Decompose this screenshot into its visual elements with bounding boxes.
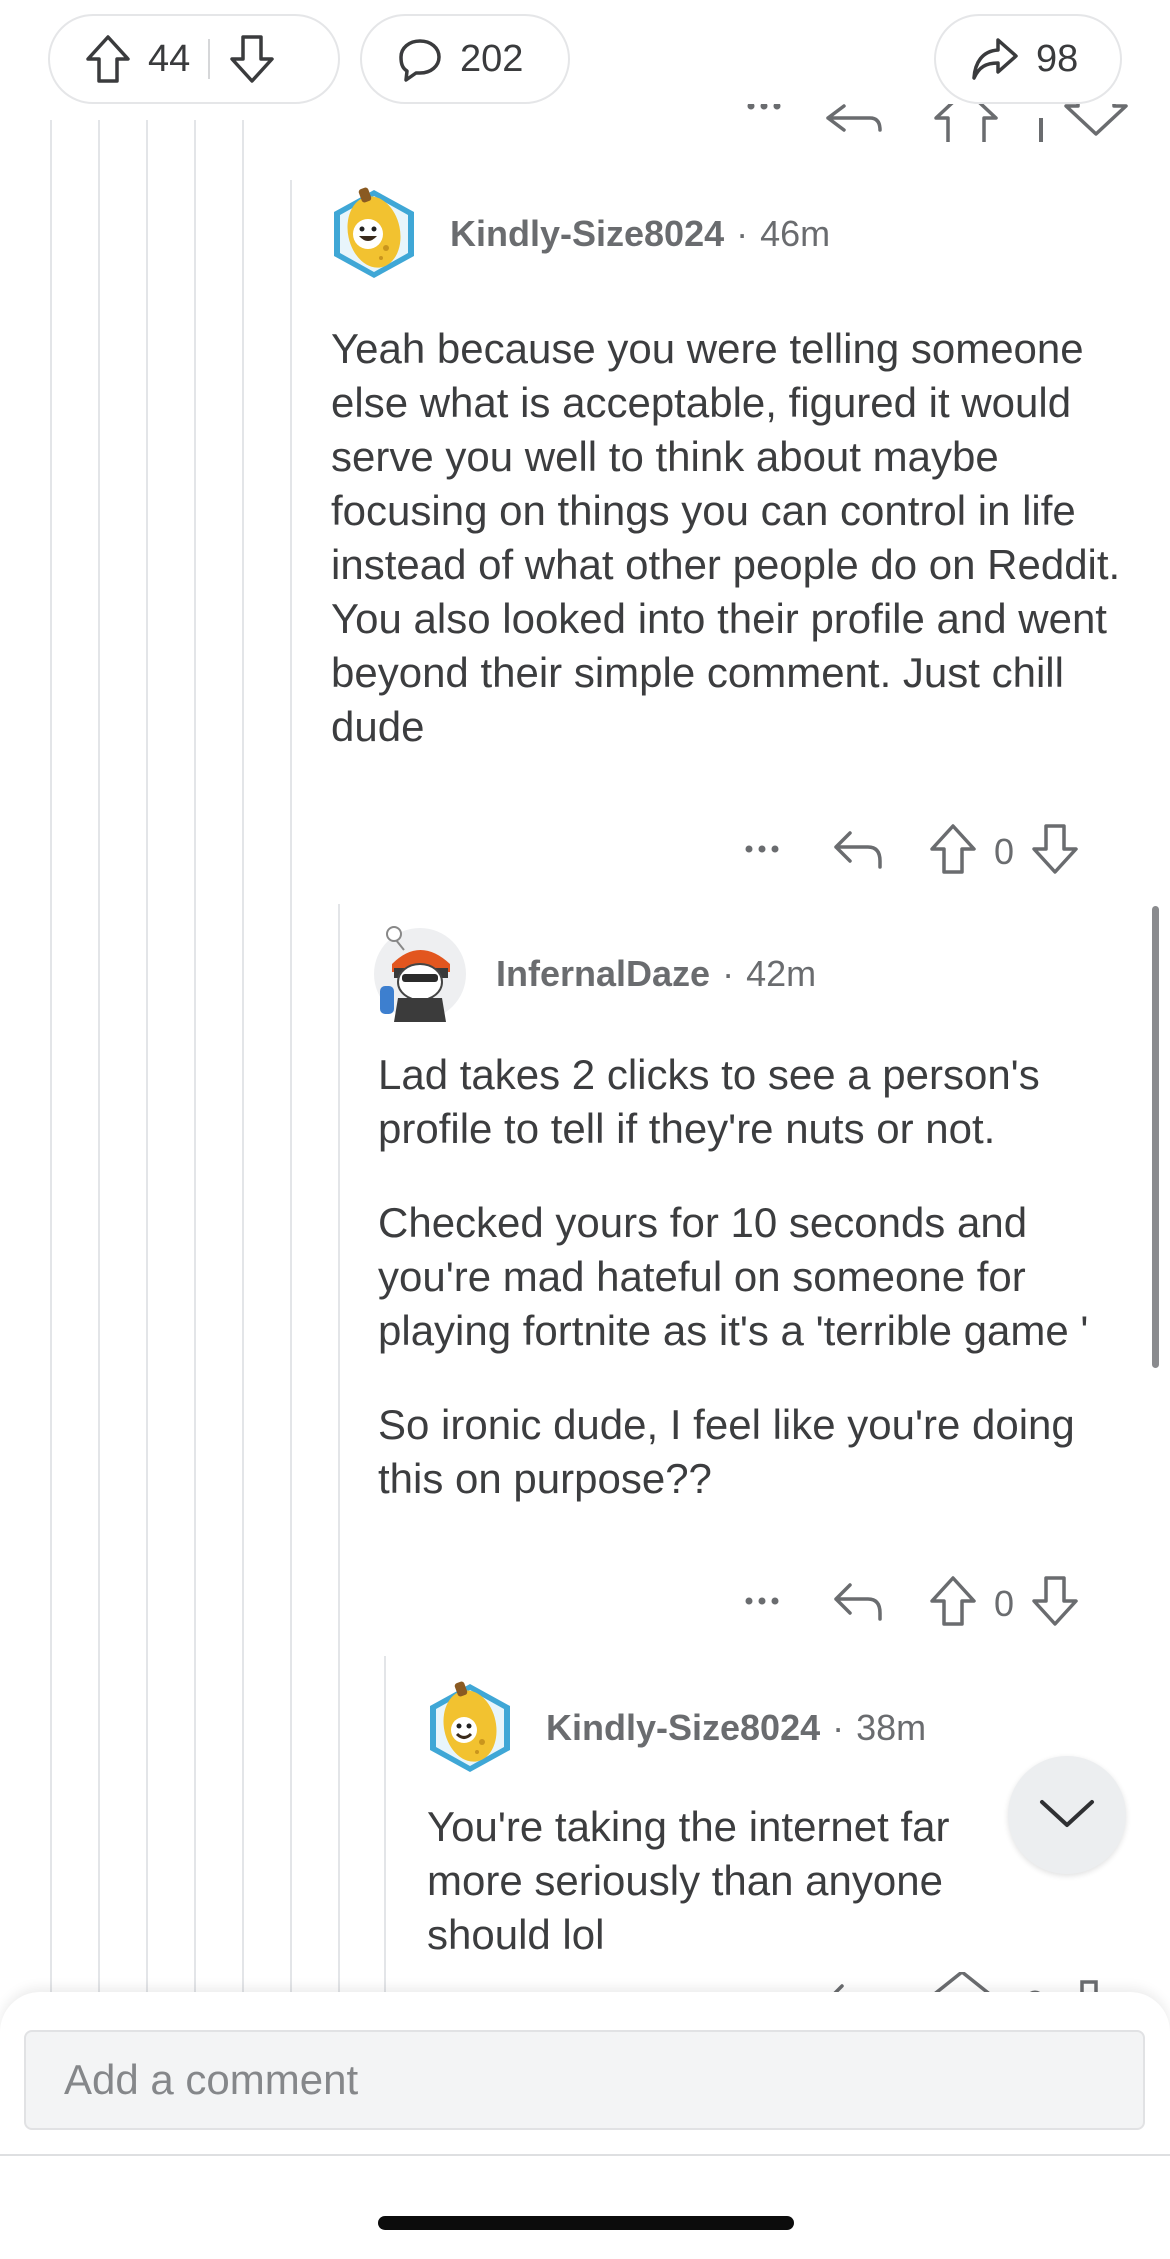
- more-options-icon[interactable]: [738, 823, 786, 880]
- meta-separator: ·: [832, 1707, 845, 1748]
- vote-divider: [208, 39, 211, 79]
- meta-separator: ·: [722, 953, 735, 994]
- downvote-icon[interactable]: [1030, 1574, 1080, 1633]
- comment-time: 46m: [760, 213, 831, 254]
- comment-input[interactable]: Add a comment: [24, 2030, 1145, 2130]
- divider: [0, 2154, 1170, 2156]
- downvote-icon[interactable]: [1030, 822, 1080, 881]
- comment-paragraph: So ironic dude, I feel like you're doing…: [378, 1401, 1075, 1502]
- share-count: 98: [1036, 37, 1079, 80]
- comment-header: Kindly-Size8024 · 46m: [326, 186, 830, 282]
- username[interactable]: Kindly-Size8024: [450, 213, 724, 255]
- meta-separator: ·: [736, 213, 749, 254]
- comment-paragraph: Lad takes 2 clicks to see a person's pro…: [378, 1051, 1040, 1152]
- comment-time: 42m: [746, 953, 817, 994]
- comment-body: You're taking the internet far more seri…: [427, 1800, 1037, 1982]
- upvote-icon[interactable]: [928, 822, 978, 881]
- comment-actions: 0: [738, 1574, 1080, 1633]
- comments-button[interactable]: 202: [360, 14, 570, 104]
- thread-line-3: [146, 120, 148, 2000]
- comment-paragraph: Yeah because you were telling someone el…: [331, 325, 1121, 750]
- comment-body: Yeah because you were telling someone el…: [331, 322, 1131, 774]
- comment-composer: Add a comment: [0, 1992, 1170, 2259]
- clipped-comment-actions: [820, 1972, 1140, 1992]
- comment-count: 202: [460, 37, 524, 80]
- avatar[interactable]: [326, 186, 422, 282]
- downvote-icon[interactable]: [228, 33, 276, 85]
- vote-count: 0: [993, 1582, 1015, 1624]
- thread-line-2: [98, 120, 100, 2000]
- thread-line-4: [194, 120, 196, 2000]
- comment-bubble-icon: [396, 35, 444, 83]
- more-options-icon[interactable]: [738, 1575, 786, 1632]
- thread-line-6: [290, 180, 292, 2000]
- upvote-icon[interactable]: [928, 1574, 978, 1633]
- reply-icon[interactable]: [830, 1575, 886, 1632]
- share-button[interactable]: 98: [934, 14, 1122, 104]
- thread-line-8: [384, 1656, 386, 2000]
- vote-count: 0: [993, 830, 1015, 872]
- comment-header: InfernalDaze · 42m: [372, 926, 816, 1022]
- upvote-icon[interactable]: [84, 33, 132, 85]
- thread-line-7: [338, 904, 340, 2000]
- home-indicator[interactable]: [378, 2216, 794, 2230]
- comment-time: 38m: [856, 1707, 927, 1748]
- comment-paragraph: You're taking the internet far more seri…: [427, 1803, 950, 1958]
- comment-header: Kindly-Size8024 · 38m: [422, 1680, 926, 1776]
- thread-line-5: [242, 120, 244, 2000]
- username[interactable]: InfernalDaze: [496, 953, 710, 995]
- chevron-down-icon: [1038, 1796, 1096, 1835]
- comment-actions: 0: [738, 822, 1080, 881]
- avatar[interactable]: [422, 1680, 518, 1776]
- comment-paragraph: Checked yours for 10 seconds and you're …: [378, 1199, 1089, 1354]
- reply-icon[interactable]: [830, 823, 886, 880]
- upvote-count: 44: [148, 37, 191, 80]
- thread-line-1: [50, 120, 52, 2000]
- scrollbar-thumb[interactable]: [1152, 906, 1159, 1368]
- clipped-comment-actions: [740, 104, 1140, 144]
- vote-pill: 44: [48, 14, 340, 104]
- comment-body: Lad takes 2 clicks to see a person's pro…: [378, 1048, 1138, 1526]
- share-arrow-icon: [970, 36, 1020, 82]
- avatar[interactable]: [372, 926, 468, 1022]
- next-comment-button[interactable]: [1008, 1756, 1126, 1874]
- username[interactable]: Kindly-Size8024: [546, 1707, 820, 1749]
